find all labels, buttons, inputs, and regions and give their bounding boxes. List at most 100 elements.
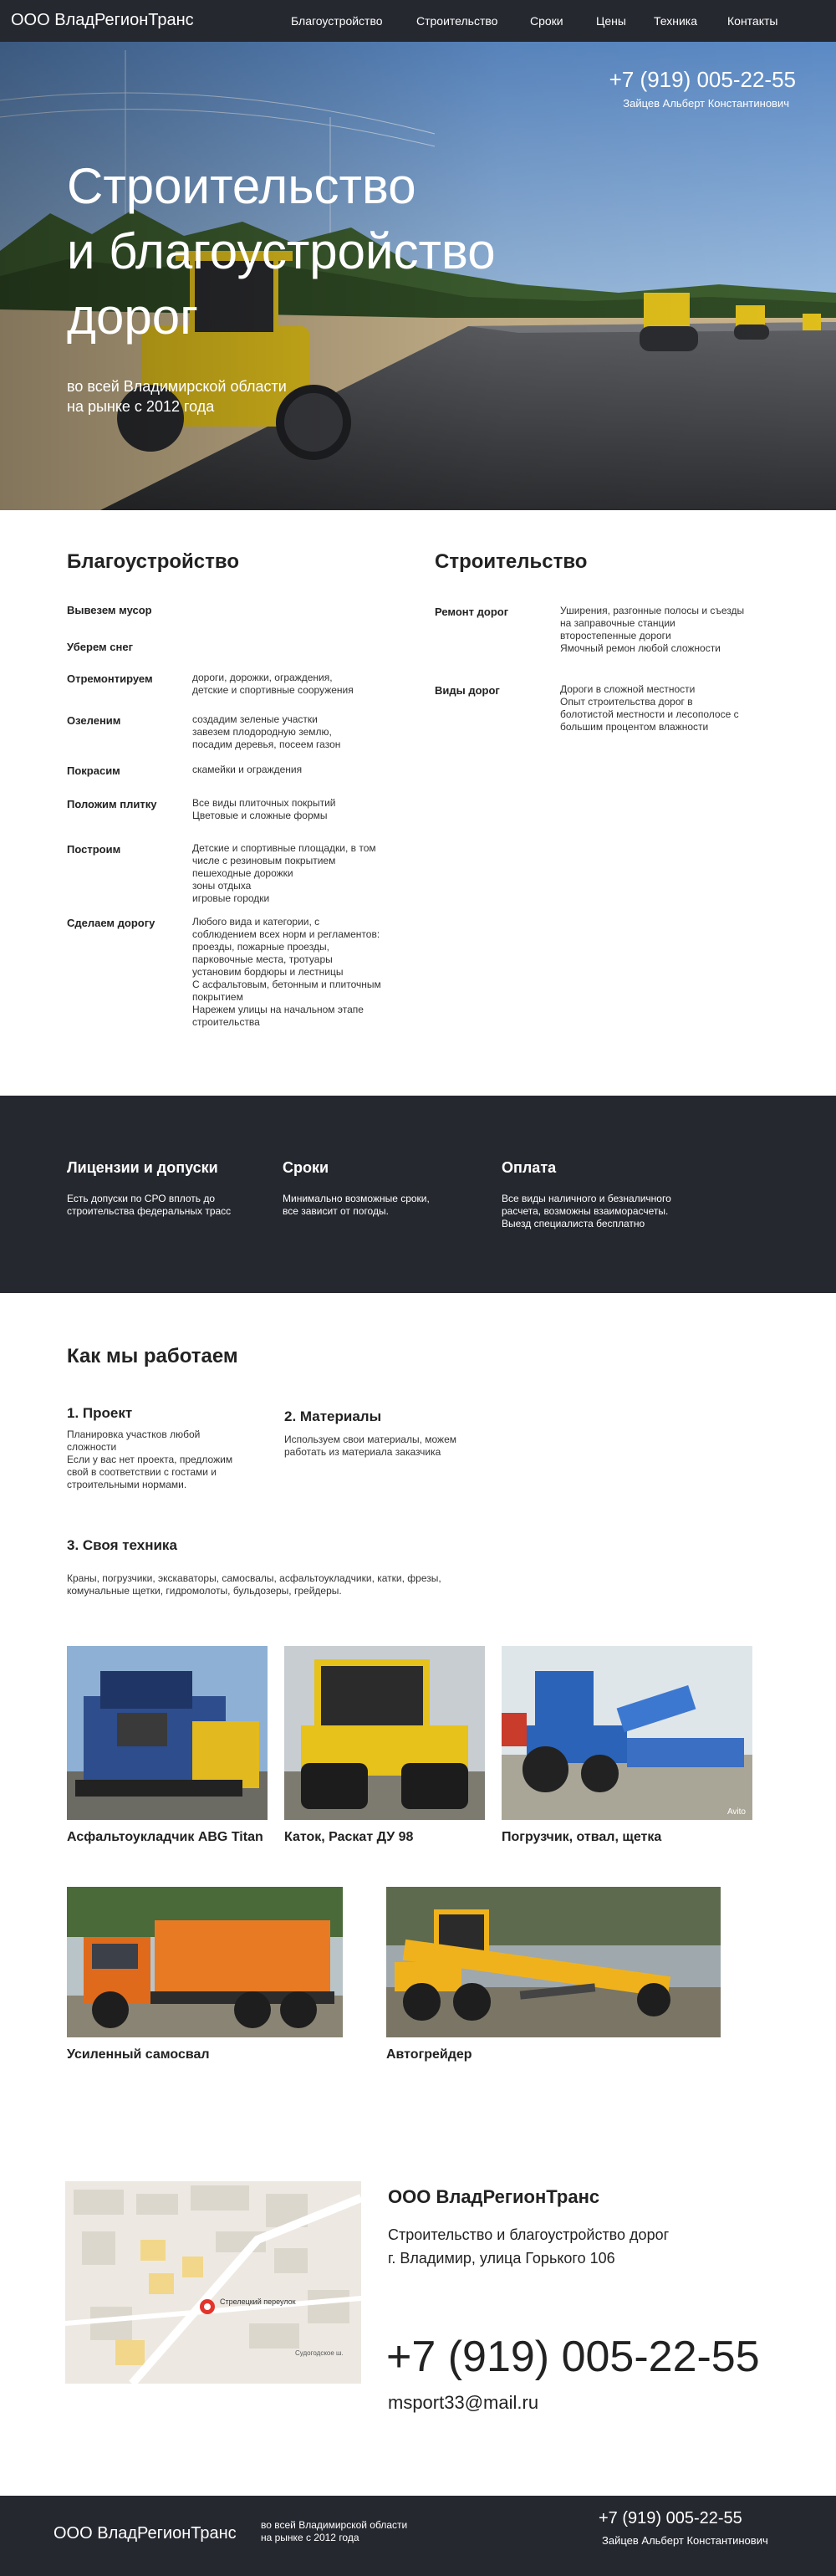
service-description-line: покрытием	[192, 991, 243, 1003]
service-description-line: Любого вида и категории, с	[192, 916, 320, 928]
service-description-line: зоны отдыха	[192, 880, 252, 892]
step-title-project: 1. Проект	[67, 1405, 133, 1421]
contact-phone[interactable]: +7 (919) 005-22-55	[386, 2332, 760, 2382]
band-text-line: Минимально возможные сроки,	[283, 1193, 430, 1204]
improvement-section-title: Благоустройство	[67, 550, 239, 573]
step-text-line: работать из материала заказчика	[284, 1446, 441, 1458]
hero-contact-person: Зайцев Альберт Константинович	[623, 97, 789, 110]
step-text-line: свой в соответствии с гостами и	[67, 1466, 217, 1478]
service-description: Уширения, разгонные полосы и съезды на за…	[560, 605, 777, 655]
service-description-line: детские и спортивные сооружения	[192, 684, 354, 696]
service-description-line: дороги, дорожки, ограждения,	[192, 672, 333, 683]
band-text-line: все зависит от погоды.	[283, 1205, 389, 1217]
service-description-line: соблюдением всех норм и регламентов:	[192, 928, 380, 940]
equipment-caption: Усиленный самосвал	[67, 2047, 210, 2062]
service-label: Положим плитку	[67, 798, 157, 810]
equipment-photo-grader[interactable]	[386, 1887, 721, 2037]
band-text-line: строительства федеральных трасс	[67, 1205, 232, 1217]
construction-section-title: Строительство	[435, 550, 588, 573]
service-description-line: Уширения, разгонные полосы и съезды	[560, 605, 745, 616]
service-description-line: второстепенные дороги	[560, 630, 671, 641]
service-label: Вывезем мусор	[67, 604, 152, 616]
band-text-line: Есть допуски по СРО вплоть до	[67, 1193, 216, 1204]
footer-subtitle-line: на рынке с 2012 года	[261, 2532, 359, 2543]
service-description-line: создадим зеленые участки	[192, 713, 318, 725]
grader-image	[386, 1887, 721, 2037]
hero-phone[interactable]: +7 (919) 005-22-55	[609, 67, 796, 93]
footer: ООО ВладРегионТранс во всей Владимирской…	[0, 2496, 836, 2576]
footer-contact-person: Зайцев Альберт Константинович	[602, 2534, 768, 2547]
service-label: Уберем снег	[67, 641, 133, 653]
service-description-line: С асфальтовым, бетонным и плиточным	[192, 979, 381, 990]
asphalt-paver-image	[67, 1646, 268, 1820]
footer-subtitle: во всей Владимирской области на рынке с …	[261, 2519, 445, 2544]
nav-item-prices[interactable]: Цены	[596, 14, 626, 28]
service-label: Построим	[67, 843, 121, 856]
band-text-line: Выезд специалиста бесплатно	[502, 1218, 645, 1229]
band-text-line: Все виды наличного и безналичного	[502, 1193, 671, 1204]
service-description-line: числе с резиновым покрытием	[192, 855, 336, 866]
step-text-line: Если у вас нет проекта, предложим	[67, 1454, 233, 1465]
step-text-project: Планировка участков любой сложности Если…	[67, 1429, 268, 1491]
step-title-equipment: 3. Своя техника	[67, 1537, 177, 1553]
service-label: Виды дорог	[435, 684, 500, 697]
service-description-line: пешеходные дорожки	[192, 867, 293, 879]
equipment-photo-roller[interactable]	[284, 1646, 485, 1820]
footer-phone[interactable]: +7 (919) 005-22-55	[599, 2509, 742, 2528]
photo-watermark: Avito	[726, 1807, 746, 1817]
service-description-line: парковочные места, тротуары	[192, 953, 333, 965]
equipment-caption: Асфальтоукладчик ABG Titan	[67, 1830, 263, 1844]
map-street-label: Стрелецкий переулок	[220, 2297, 296, 2306]
hero-title-line: Строительство	[67, 158, 416, 214]
service-description-line: завезем плодородную землю,	[192, 726, 332, 738]
nav-item-terms[interactable]: Сроки	[530, 14, 563, 28]
nav-item-construction[interactable]: Строительство	[416, 14, 497, 28]
service-description: создадим зеленые участки завезем плодород…	[192, 713, 418, 751]
map-street-label: Судогодское ш.	[295, 2349, 344, 2357]
nav-item-equipment[interactable]: Техника	[654, 14, 697, 28]
dump-truck-image	[67, 1887, 343, 2037]
service-description-line: Дороги в сложной местности	[560, 683, 696, 695]
service-label: Ремонт дорог	[435, 606, 509, 618]
band-text-payment: Все виды наличного и безналичного расчет…	[502, 1193, 719, 1230]
step-text-line: Используем свои материалы, можем	[284, 1434, 457, 1445]
service-label: Отремонтируем	[67, 672, 153, 685]
service-description: Детские и спортивные площадки, в том числ…	[192, 842, 418, 905]
step-title-materials: 2. Материалы	[284, 1408, 382, 1424]
contact-company: ООО ВладРегионТранс	[388, 2186, 600, 2207]
hero-subtitle-line: на рынке с 2012 года	[67, 398, 215, 415]
hero-title-line: и благоустройство	[67, 223, 496, 279]
equipment-photo-asphalt-paver[interactable]	[67, 1646, 268, 1820]
equipment-photo-loader[interactable]: Avito	[502, 1646, 752, 1820]
service-description-line: Цветовые и сложные формы	[192, 810, 328, 821]
brand-logo[interactable]: ООО ВладРегионТранс	[11, 11, 194, 30]
service-label: Озеленим	[67, 714, 121, 727]
footer-subtitle-line: во всей Владимирской области	[261, 2519, 408, 2531]
equipment-photo-dump-truck[interactable]	[67, 1887, 343, 2037]
band-text-licenses: Есть допуски по СРО вплоть до строительс…	[67, 1193, 259, 1218]
hero-title: Строительство и благоустройство дорог	[67, 154, 652, 350]
service-description: Дороги в сложной местности Опыт строитель…	[560, 683, 777, 733]
service-description-line: Опыт строительства дорог в	[560, 696, 693, 708]
footer-brand[interactable]: ООО ВладРегионТранс	[54, 2524, 237, 2543]
service-description-line: Все виды плиточных покрытий	[192, 797, 336, 809]
hero-subtitle-line: во всей Владимирской области	[67, 378, 287, 395]
service-description-line: проезды, пожарные проезды,	[192, 941, 329, 953]
step-text-line: Планировка участков любой	[67, 1429, 201, 1440]
step-text-materials: Используем свои материалы, можем работат…	[284, 1434, 502, 1459]
roller-image	[284, 1646, 485, 1820]
band-text-terms: Минимально возможные сроки, все зависит …	[283, 1193, 475, 1218]
features-band: Лицензии и допуски Есть допуски по СРО в…	[0, 1096, 836, 1293]
loader-image	[502, 1646, 752, 1820]
band-title-terms: Сроки	[283, 1159, 329, 1176]
step-text-line: строительными нормами.	[67, 1479, 187, 1490]
nav-item-improvement[interactable]: Благоустройство	[291, 14, 383, 28]
contact-email[interactable]: msport33@mail.ru	[388, 2392, 538, 2414]
service-description-line: большим процентом влажности	[560, 721, 709, 733]
service-label: Сделаем дорогу	[67, 917, 155, 929]
nav-item-contacts[interactable]: Контакты	[727, 14, 777, 28]
service-description: Любого вида и категории, с соблюдением вс…	[192, 916, 418, 1029]
location-map[interactable]: Стрелецкий переулок Судогодское ш.	[65, 2181, 361, 2384]
contact-address: г. Владимир, улица Горького 106	[388, 2250, 615, 2267]
band-title-licenses: Лицензии и допуски	[67, 1159, 218, 1176]
